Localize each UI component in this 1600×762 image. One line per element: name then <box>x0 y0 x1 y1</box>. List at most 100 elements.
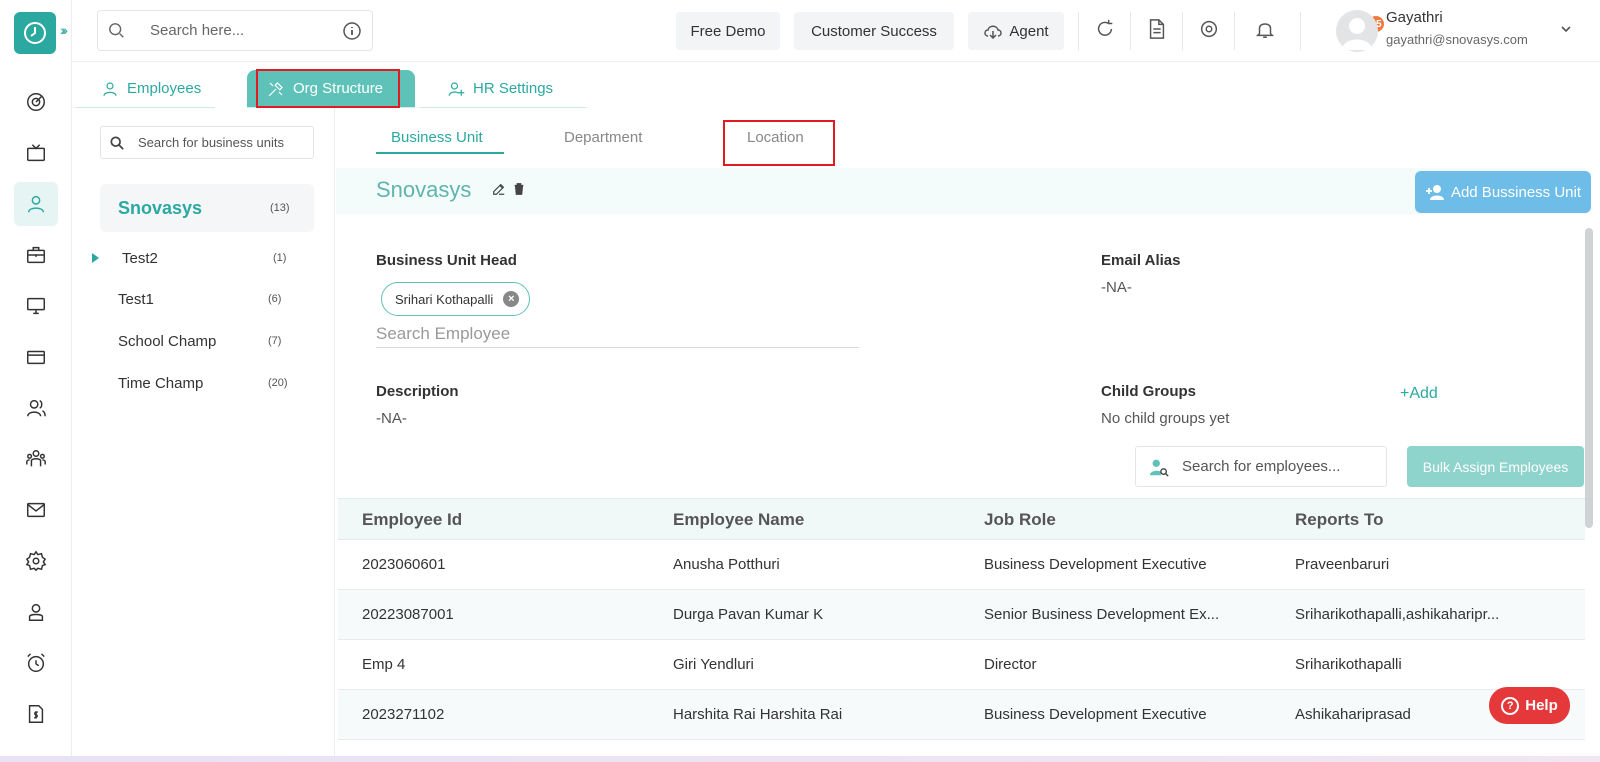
business-unit-search[interactable] <box>100 126 314 159</box>
column-header[interactable]: Job Role <box>984 510 1056 530</box>
header-divider <box>1130 12 1131 50</box>
tab-employees-label: Employees <box>127 80 202 97</box>
settings-icon[interactable] <box>14 539 58 583</box>
tab-hr-settings[interactable]: HR Settings <box>419 70 587 108</box>
header-divider <box>1182 12 1183 50</box>
users-icon[interactable] <box>14 386 58 430</box>
business-unit-item[interactable]: Snovasys (13) <box>100 184 314 232</box>
cell-employee-id: 20223087001 <box>362 606 454 623</box>
email-alias-label: Email Alias <box>1101 252 1181 269</box>
gear-icon[interactable] <box>1198 18 1222 42</box>
help-button[interactable]: ? Help <box>1489 687 1570 724</box>
cell-job-role: Business Development Executive <box>984 556 1207 573</box>
invoice-icon[interactable] <box>14 692 58 736</box>
cell-reports-to: Praveenbaruri <box>1295 556 1390 573</box>
tab-hr-settings-label: HR Settings <box>473 80 554 97</box>
briefcase-icon[interactable] <box>14 233 58 277</box>
bell-icon[interactable] <box>1254 18 1278 42</box>
document-icon[interactable] <box>1146 18 1170 42</box>
table-body: 2023060601 Anusha Potthuri Business Deve… <box>338 540 1585 740</box>
tv-icon[interactable] <box>14 131 58 175</box>
business-unit-item[interactable]: School Champ (7) <box>100 323 314 359</box>
cell-employee-name: Giri Yendluri <box>673 656 754 673</box>
table-row[interactable]: 2023271102 Harshita Rai Harshita Rai Bus… <box>338 690 1585 740</box>
team-icon[interactable] <box>14 437 58 481</box>
dashboard-icon[interactable] <box>14 80 58 124</box>
business-unit-name: School Champ <box>118 332 217 350</box>
tab-department[interactable]: Department <box>564 129 642 146</box>
table-row[interactable]: 2023060601 Anusha Potthuri Business Deve… <box>338 540 1585 590</box>
column-header[interactable]: Employee Name <box>673 510 804 530</box>
card-icon[interactable] <box>14 335 58 379</box>
search-employee-input[interactable] <box>376 320 859 348</box>
search-icon <box>109 22 124 38</box>
cell-reports-to: Sriharikothapalli,ashikaharipr... <box>1295 606 1500 623</box>
mail-icon[interactable] <box>14 488 58 532</box>
global-search[interactable] <box>97 10 373 51</box>
app-root: ››› Search here... Free Demo Customer Su… <box>0 0 1600 762</box>
user-icon[interactable] <box>14 182 58 226</box>
cell-employee-id: 2023271102 <box>362 706 445 723</box>
add-child-group-link[interactable]: +Add <box>1400 385 1438 403</box>
child-groups-value: No child groups yet <box>1101 410 1230 427</box>
column-header[interactable]: Employee Id <box>362 510 462 530</box>
cell-employee-name: Anusha Potthuri <box>673 556 780 573</box>
avatar[interactable] <box>1336 10 1378 52</box>
child-groups-label: Child Groups <box>1101 383 1196 400</box>
monitor-icon[interactable] <box>14 284 58 328</box>
email-alias-value: -NA- <box>1101 279 1132 296</box>
table-row[interactable]: Emp 4 Giri Yendluri Director Sriharikoth… <box>338 640 1585 690</box>
refresh-icon[interactable] <box>1094 18 1118 42</box>
bulk-assign-button[interactable]: Bulk Assign Employees <box>1407 446 1584 487</box>
top-header: Free Demo Customer Success Agent 35 Gaya… <box>72 0 1600 62</box>
agent-label: Agent <box>1009 22 1049 40</box>
cell-employee-id: Emp 4 <box>362 656 406 673</box>
question-icon: ? <box>1501 696 1520 715</box>
business-unit-item[interactable]: Time Champ (20) <box>100 365 314 401</box>
cell-job-role: Director <box>984 656 1037 673</box>
business-unit-header: Snovasys <box>336 168 1586 214</box>
expand-rail-icon[interactable]: ››› <box>60 22 68 38</box>
person-icon <box>103 81 117 96</box>
info-icon[interactable] <box>342 21 362 41</box>
cell-employee-name: Durga Pavan Kumar K <box>673 606 824 623</box>
free-demo-button[interactable]: Free Demo <box>676 12 780 50</box>
business-unit-search-input[interactable] <box>138 135 308 150</box>
left-rail: ››› <box>0 0 72 762</box>
employee-search[interactable] <box>1135 446 1387 487</box>
vertical-scrollbar[interactable] <box>1585 228 1593 528</box>
clock-logo-icon <box>24 22 46 44</box>
agent-button[interactable]: Agent <box>968 12 1064 50</box>
search-icon <box>110 135 124 150</box>
tab-business-unit[interactable]: Business Unit <box>391 129 483 146</box>
business-units-panel: Snovasys (13) Test2 (1) Test1 (6) School… <box>72 108 335 762</box>
table-row[interactable]: 20223087001 Durga Pavan Kumar K Senior B… <box>338 590 1585 640</box>
page-title: Snovasys <box>376 177 472 202</box>
remove-chip-icon[interactable]: × <box>503 291 520 307</box>
cell-reports-to: Ashikahariprasad <box>1295 706 1411 723</box>
cell-employee-id: 2023060601 <box>362 556 446 573</box>
business-unit-name: Snovasys <box>118 197 203 218</box>
business-unit-item[interactable]: Test2 (1) <box>92 240 314 276</box>
business-unit-count: (7) <box>268 335 282 347</box>
header-divider <box>1300 12 1301 50</box>
table-header: Employee Id Employee Name Job Role Repor… <box>338 498 1585 540</box>
column-header[interactable]: Reports To <box>1295 510 1383 530</box>
business-unit-item[interactable]: Test1 (6) <box>100 281 314 317</box>
delete-icon[interactable] <box>512 182 526 196</box>
user-settings-icon <box>448 81 465 96</box>
badge-icon[interactable] <box>14 590 58 634</box>
user-email: gayathri@snovasys.com <box>1386 32 1528 47</box>
employee-search-input[interactable] <box>1182 458 1372 475</box>
chevron-down-icon[interactable] <box>1561 25 1571 33</box>
app-logo[interactable] <box>14 12 56 54</box>
alarm-icon[interactable] <box>14 641 58 685</box>
add-business-unit-button[interactable]: Add Bussiness Unit <box>1415 171 1591 213</box>
business-unit-count: (13) <box>270 202 290 214</box>
global-search-input[interactable] <box>150 22 330 39</box>
caret-right-icon[interactable] <box>92 253 99 263</box>
head-chip-name: Srihari Kothapalli <box>395 291 494 307</box>
customer-success-button[interactable]: Customer Success <box>794 12 954 50</box>
tab-employees[interactable]: Employees <box>75 70 215 108</box>
edit-icon[interactable] <box>492 182 506 196</box>
